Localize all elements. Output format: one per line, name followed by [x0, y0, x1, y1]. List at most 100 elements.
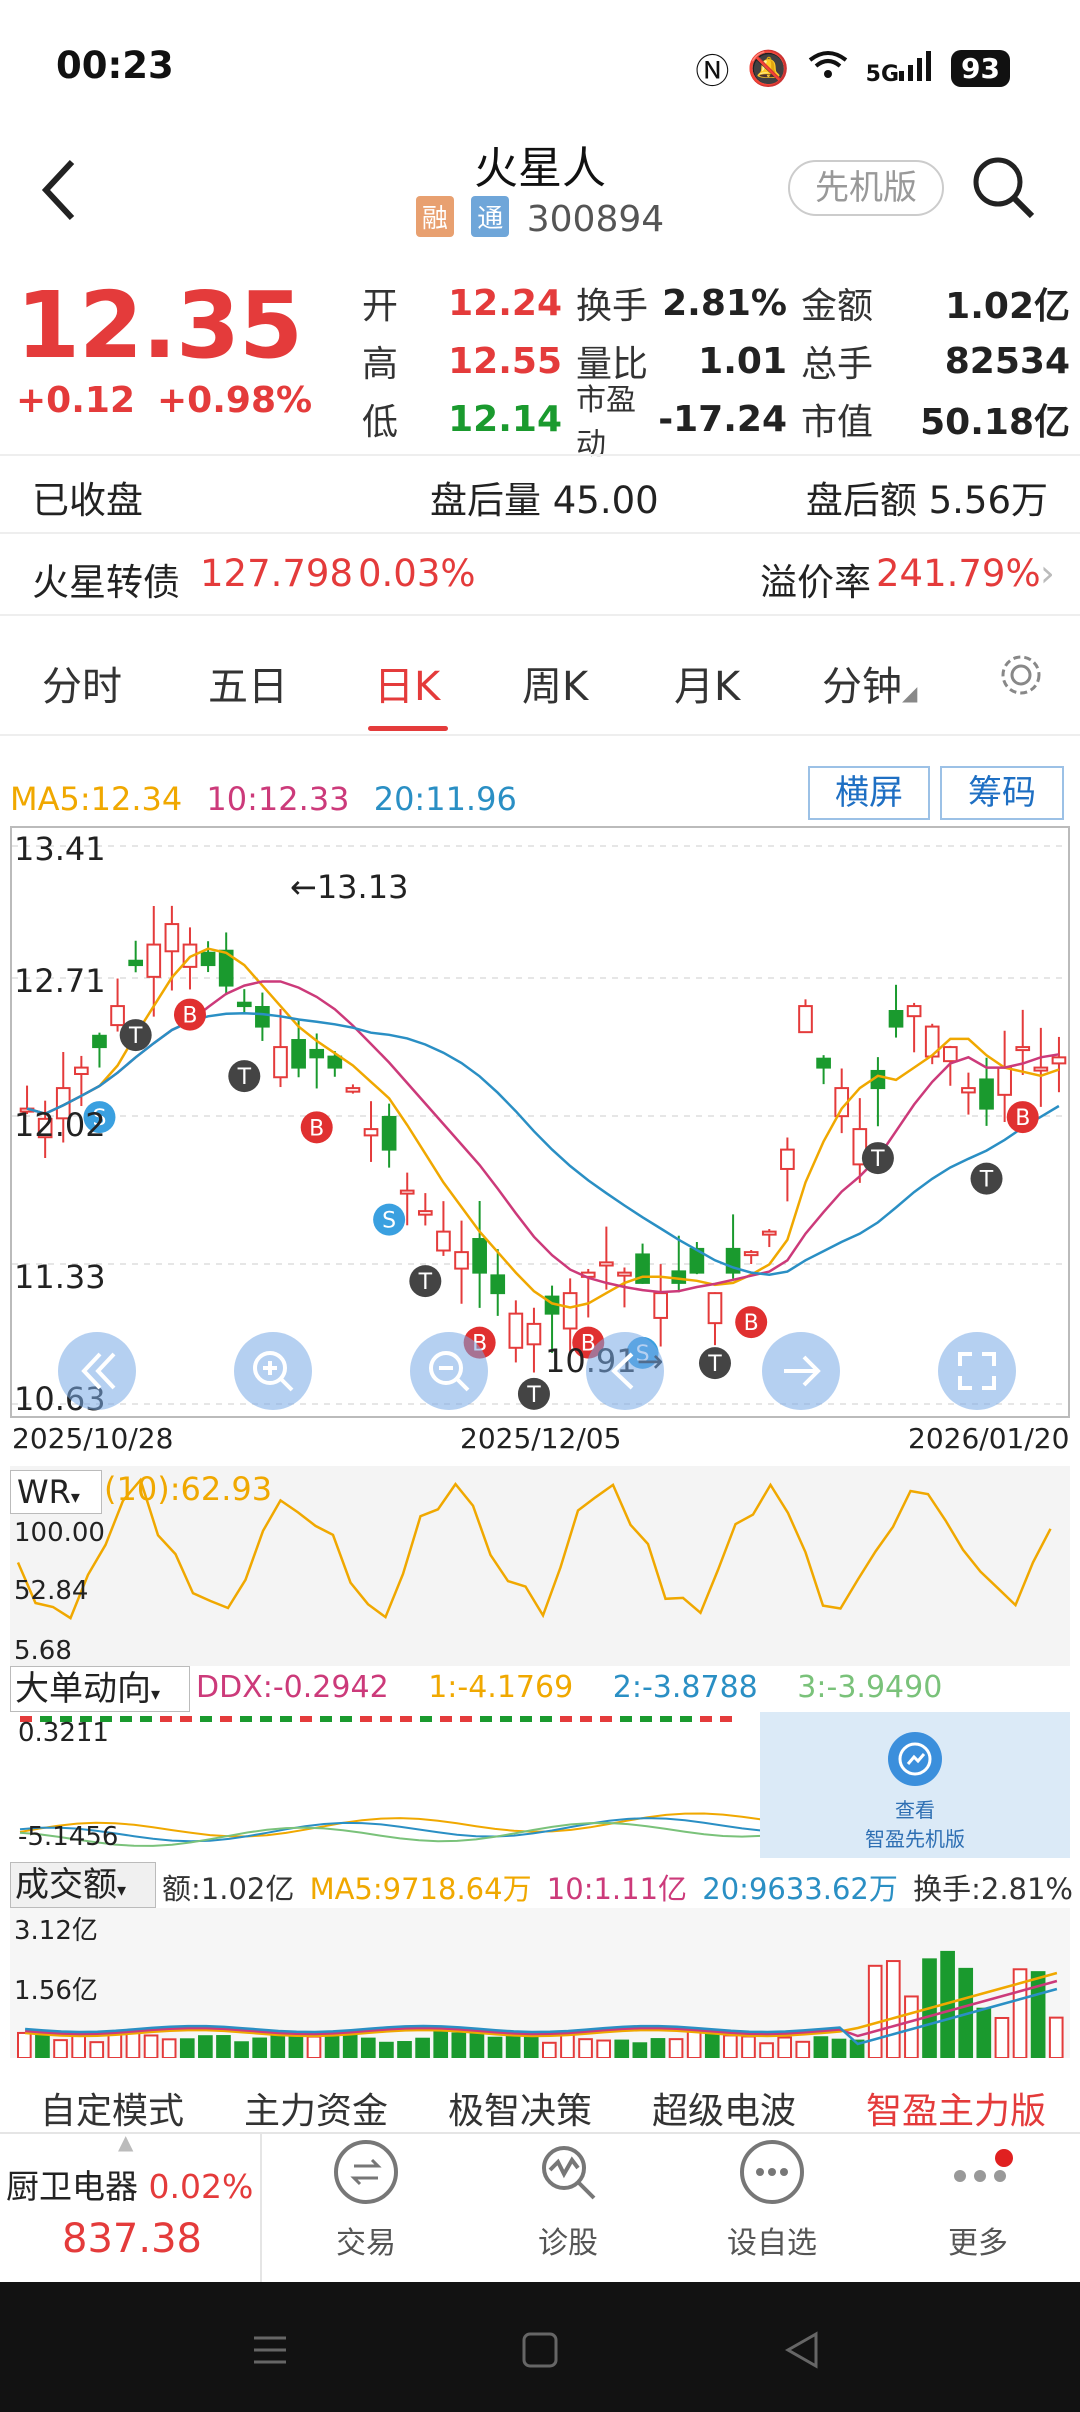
- volume-bar: [415, 2037, 430, 2059]
- wr-selector[interactable]: WR▾: [10, 1470, 102, 1514]
- candle-body: [399, 1189, 415, 1195]
- nav-more-label: 更多: [948, 2226, 1008, 2261]
- candle-body: [74, 1066, 89, 1075]
- ddx-bar: [240, 1716, 252, 1722]
- bond-percent: 0.03%: [358, 552, 476, 595]
- volume-bar: [324, 2035, 340, 2060]
- ddx-bar: [580, 1716, 592, 1722]
- volume-bar: [35, 2033, 50, 2059]
- candle-body: [128, 959, 144, 967]
- index-ticker[interactable]: ▲ 厨卫电器 0.02% 837.38: [0, 2130, 262, 2282]
- mode-super-wave[interactable]: 超级电波: [652, 2082, 796, 2134]
- volume-bar: [342, 2034, 358, 2060]
- volume-bar: [397, 2041, 412, 2060]
- wr-tick: 5.68: [14, 1636, 72, 1666]
- quote-grid: 开 12.24 换手 2.81% 金额 1.02亿 高 12.55 量比 1.0…: [362, 274, 1070, 463]
- candle-body: [345, 1087, 361, 1093]
- signal-marker-label: T: [237, 1065, 252, 1090]
- nav-add-watchlist[interactable]: 设自选: [702, 2140, 842, 2262]
- zoom-in-icon[interactable]: [234, 1332, 312, 1410]
- settings-gear-icon[interactable]: [996, 650, 1046, 710]
- zoom-out-icon[interactable]: [410, 1332, 488, 1410]
- mode-main-force[interactable]: 智盈主力版: [866, 2082, 1046, 2134]
- ma10-value: 10:12.33: [206, 780, 350, 818]
- promo-panel[interactable]: 查看 智盈先机版: [760, 1712, 1070, 1858]
- y-tick: 12.71: [14, 962, 106, 1000]
- home-icon[interactable]: [520, 2330, 560, 2374]
- volume-selector[interactable]: 成交额▾: [10, 1862, 156, 1908]
- mode-custom[interactable]: 自定模式: [40, 2082, 184, 2134]
- arrow-right-icon[interactable]: [762, 1332, 840, 1410]
- candle-body: [490, 1274, 506, 1295]
- candle-body: [1051, 1056, 1067, 1065]
- tab-weekly-k[interactable]: 周K: [522, 654, 588, 712]
- index-line: 厨卫电器 0.02%: [6, 2160, 253, 2208]
- candle-body: [472, 1238, 487, 1274]
- wr-name: WR: [17, 1473, 71, 1511]
- tab-intraday[interactable]: 分时: [42, 654, 122, 712]
- volume-bar: [831, 2038, 847, 2060]
- tab-minute[interactable]: 分钟◢: [822, 654, 917, 712]
- scroll-left-icon[interactable]: [58, 1332, 136, 1410]
- signal-marker-label: T: [979, 1168, 994, 1193]
- candle-body: [291, 1039, 306, 1069]
- divider: [0, 454, 1080, 456]
- ddx-bar: [640, 1716, 652, 1722]
- nav-more[interactable]: 更多: [908, 2140, 1048, 2262]
- candle-body: [653, 1292, 669, 1319]
- promo-line1: 查看: [895, 1798, 935, 1822]
- volume-name: 成交额: [15, 1865, 117, 1905]
- y-tick: 11.33: [14, 1258, 106, 1296]
- volume-bar: [433, 2030, 449, 2059]
- candle-body: [110, 1005, 125, 1027]
- ma-line-20: [26, 1011, 1060, 1276]
- tab-minute-label: 分钟: [822, 664, 902, 710]
- volume-bar: [596, 2039, 611, 2060]
- mode-main-funds[interactable]: 主力资金: [244, 2082, 388, 2134]
- volume-bar: [578, 2038, 593, 2059]
- ddx-bar: [300, 1716, 312, 1722]
- ddx-bar: [440, 1716, 452, 1722]
- signal-marker-label: B: [309, 1116, 324, 1141]
- tab-monthly-k[interactable]: 月K: [674, 654, 740, 712]
- volume-bar: [252, 2037, 268, 2059]
- candle-body: [381, 1115, 397, 1151]
- arrow-left-icon[interactable]: [586, 1332, 664, 1410]
- promo-line2: 智盈先机版: [865, 1827, 965, 1851]
- volume-chart[interactable]: [10, 1908, 1070, 2060]
- ddx-bar: [680, 1716, 692, 1722]
- mode-smart-decision[interactable]: 极智决策: [448, 2082, 592, 2134]
- volume-bar: [867, 1964, 883, 2059]
- candle-body: [255, 1006, 270, 1028]
- ddx-selector[interactable]: 大单动向▾: [10, 1666, 190, 1712]
- tab-five-day[interactable]: 五日: [208, 654, 288, 712]
- search-icon[interactable]: [968, 152, 1038, 222]
- volume-bar: [777, 2036, 793, 2059]
- nav-trade[interactable]: 交易: [296, 2140, 436, 2262]
- menu-icon[interactable]: [250, 2330, 290, 2374]
- status-time: 00:23: [56, 44, 174, 87]
- kline-chart[interactable]: STBTBSTBTBSTBTTB: [10, 826, 1070, 1418]
- volume-bar: [107, 2033, 123, 2059]
- landscape-button[interactable]: 横屏: [808, 766, 930, 820]
- signal-marker-label: T: [707, 1352, 722, 1377]
- version-button[interactable]: 先机版: [788, 160, 944, 216]
- volume-bar: [469, 2030, 485, 2060]
- volume-bar: [523, 2036, 539, 2059]
- quote-row: 开 12.24 换手 2.81% 金额 1.02亿: [362, 274, 1070, 332]
- volume-ma10: 10:1.11亿: [546, 1872, 688, 1906]
- convertible-bond-row[interactable]: 火星转债 127.798 0.03% 溢价率 241.79% ›: [0, 540, 1080, 610]
- signal-icon: 5G: [866, 50, 933, 87]
- current-price: 12.35: [16, 272, 303, 379]
- candle-body: [200, 951, 216, 967]
- chips-button[interactable]: 筹码: [940, 766, 1064, 820]
- volume-bar: [614, 2039, 630, 2060]
- back-nav-icon[interactable]: [782, 2330, 822, 2374]
- battery-icon: 93: [951, 50, 1010, 87]
- vol-ma10: [25, 1979, 1058, 2038]
- fullscreen-icon[interactable]: [938, 1332, 1016, 1410]
- tab-daily-k[interactable]: 日K: [374, 654, 440, 712]
- nav-diagnose[interactable]: 诊股: [498, 2140, 638, 2262]
- candle-body: [562, 1292, 578, 1330]
- candle-body: [906, 1005, 922, 1018]
